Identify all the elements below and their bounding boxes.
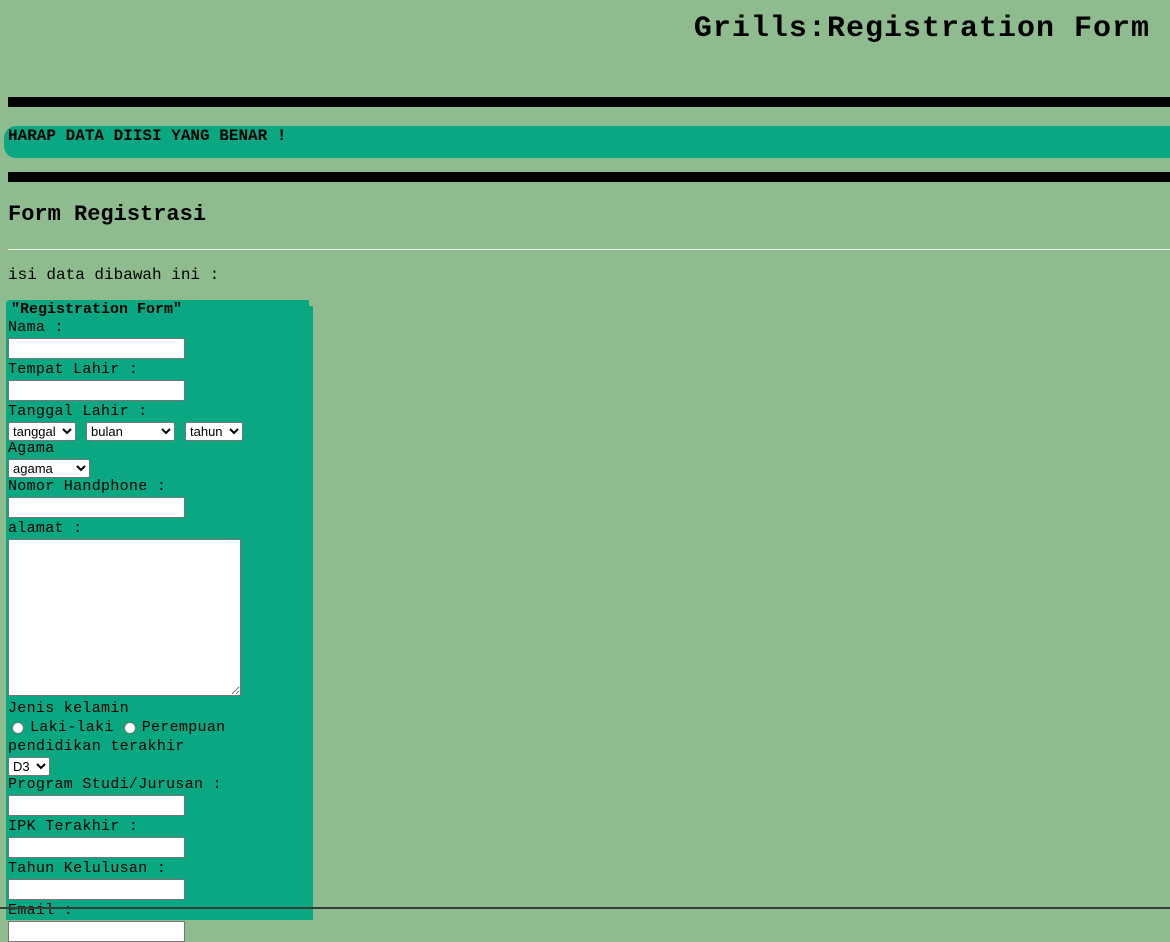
registration-form-panel: "Registration Form" Nama : Tempat Lahir …	[6, 300, 313, 942]
perempuan-label[interactable]: Perempuan	[142, 719, 226, 737]
top-divider-bar	[8, 97, 1170, 107]
gender-label: Jenis kelamin	[8, 700, 129, 717]
perempuan-radio[interactable]	[123, 722, 136, 734]
form-legend: "Registration Form"	[11, 301, 183, 318]
tahun-lulus-label: Tahun Kelulusan :	[8, 860, 167, 877]
page-title: Grills:Registration Form	[693, 12, 1150, 46]
pendidikan-label: pendidikan terakhir	[8, 738, 185, 755]
bulan-select[interactable]: bulan	[86, 422, 175, 441]
tanggal-lahir-label: Tanggal Lahir :	[8, 403, 148, 420]
tempat-lahir-input[interactable]	[8, 380, 185, 401]
tahun-lulus-input[interactable]	[8, 879, 185, 900]
notice-text: HARAP DATA DIISI YANG BENAR !	[8, 127, 287, 145]
notice-banner: HARAP DATA DIISI YANG BENAR !	[4, 126, 1170, 158]
nama-input[interactable]	[8, 338, 185, 359]
prodi-label: Program Studi/Jurusan :	[8, 776, 222, 793]
section-title: Form Registrasi	[8, 202, 207, 227]
tempat-lahir-label: Tempat Lahir :	[8, 361, 139, 378]
ipk-label: IPK Terakhir :	[8, 818, 139, 835]
alamat-label: alamat :	[8, 520, 83, 537]
bottom-divider-bar	[8, 172, 1170, 182]
email-input[interactable]	[8, 921, 185, 942]
agama-label: Agama	[8, 440, 55, 457]
hp-input[interactable]	[8, 497, 185, 518]
intro-text: isi data dibawah ini :	[8, 266, 220, 284]
horizontal-rule	[8, 249, 1170, 250]
nama-label: Nama :	[8, 319, 64, 336]
tanggal-select[interactable]: tanggal	[8, 422, 76, 441]
agama-select[interactable]: agama	[8, 459, 90, 478]
laki-laki-radio[interactable]	[12, 722, 24, 734]
pendidikan-select[interactable]: D3	[8, 757, 50, 776]
laki-laki-label[interactable]: Laki-laki	[30, 719, 114, 737]
alamat-textarea[interactable]	[8, 539, 241, 696]
hp-label: Nomor Handphone :	[8, 478, 167, 495]
birthdate-selects: tanggal bulan tahun	[8, 421, 313, 441]
tahun-select[interactable]: tahun	[185, 422, 243, 441]
email-label: Email :	[8, 902, 74, 919]
gender-radio-group: Laki-laki Perempuan	[8, 718, 313, 738]
ipk-input[interactable]	[8, 837, 185, 858]
prodi-input[interactable]	[8, 795, 185, 816]
